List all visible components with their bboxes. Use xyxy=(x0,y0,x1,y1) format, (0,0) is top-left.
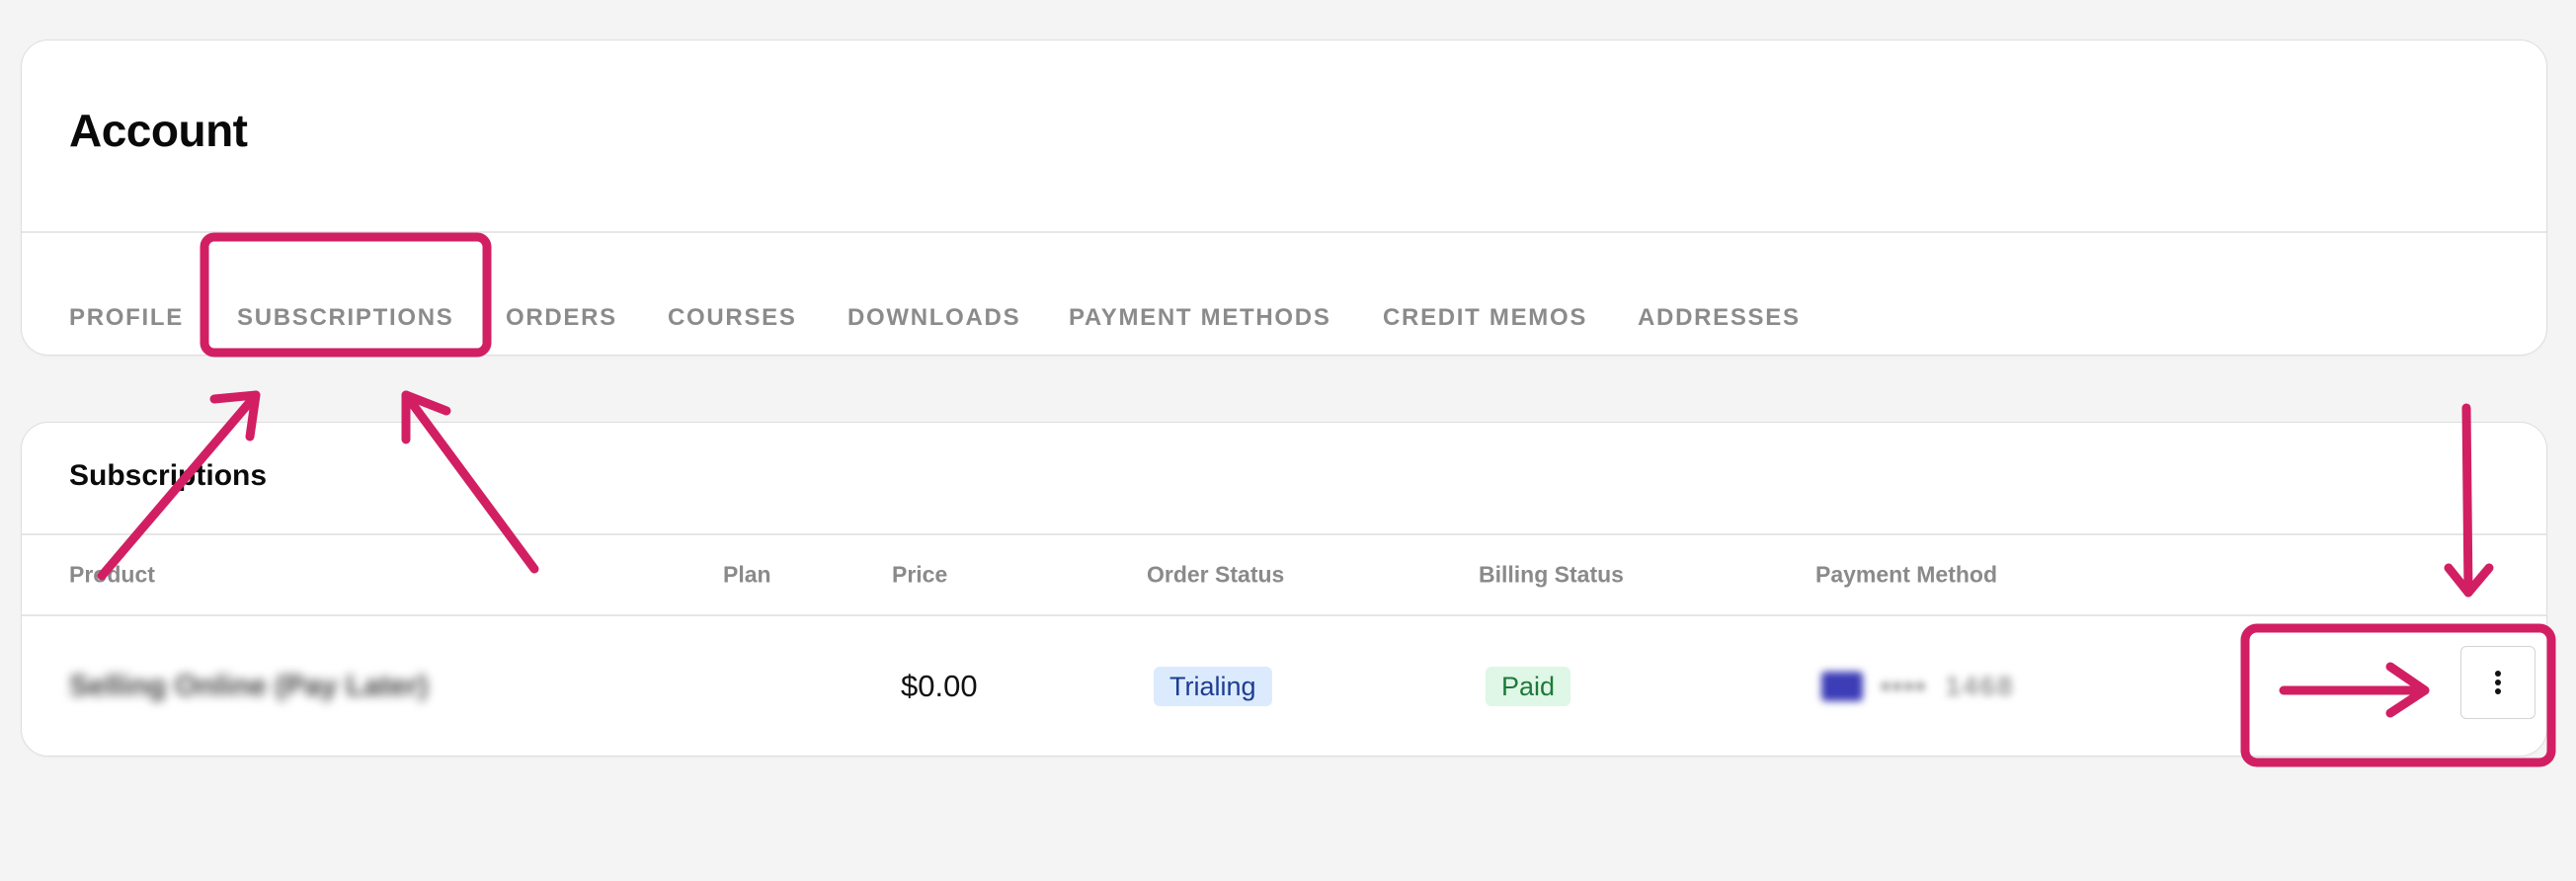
tab-profile[interactable]: PROFILE xyxy=(69,306,184,330)
card-last4: 1468 xyxy=(1945,671,2015,701)
tab-addresses[interactable]: ADDRESSES xyxy=(1638,306,1801,330)
tab-orders[interactable]: ORDERS xyxy=(506,306,617,330)
more-vertical-icon xyxy=(2495,671,2501,694)
subscription-price: $0.00 xyxy=(901,669,978,703)
tab-payment-methods[interactable]: PAYMENT METHODS xyxy=(1069,306,1331,330)
order-status-badge: Trialing xyxy=(1154,667,1272,706)
tab-courses[interactable]: COURSES xyxy=(668,306,797,330)
account-divider xyxy=(22,231,2546,233)
more-actions-button[interactable] xyxy=(2460,646,2536,719)
tab-subscriptions[interactable]: SUBSCRIPTIONS xyxy=(237,306,453,330)
billing-status-badge: Paid xyxy=(1486,667,1571,706)
subscriptions-header-divider xyxy=(22,533,2546,535)
tab-downloads[interactable]: DOWNLOADS xyxy=(847,306,1020,330)
column-header-price: Price xyxy=(892,561,948,588)
tab-credit-memos[interactable]: CREDIT MEMOS xyxy=(1383,306,1587,330)
card-number-mask: •••• xyxy=(1881,671,1928,701)
subscriptions-title: Subscriptions xyxy=(69,459,268,492)
account-card: Account PROFILE SUBSCRIPTIONS ORDERS COU… xyxy=(21,40,2547,356)
payment-method-summary: •••• 1468 xyxy=(1821,671,2015,702)
page-title: Account xyxy=(69,105,248,156)
column-header-payment-method: Payment Method xyxy=(1815,561,1998,588)
subscription-product-name: Selling Online (Pay Later) xyxy=(69,670,429,702)
subscriptions-row-divider xyxy=(22,614,2546,616)
subscriptions-card: Subscriptions Product Plan Price Order S… xyxy=(21,422,2547,757)
column-header-order-status: Order Status xyxy=(1147,561,1285,588)
column-header-billing-status: Billing Status xyxy=(1479,561,1624,588)
column-header-plan: Plan xyxy=(723,561,771,588)
column-header-product: Product xyxy=(69,561,155,588)
card-icon xyxy=(1821,672,1863,701)
